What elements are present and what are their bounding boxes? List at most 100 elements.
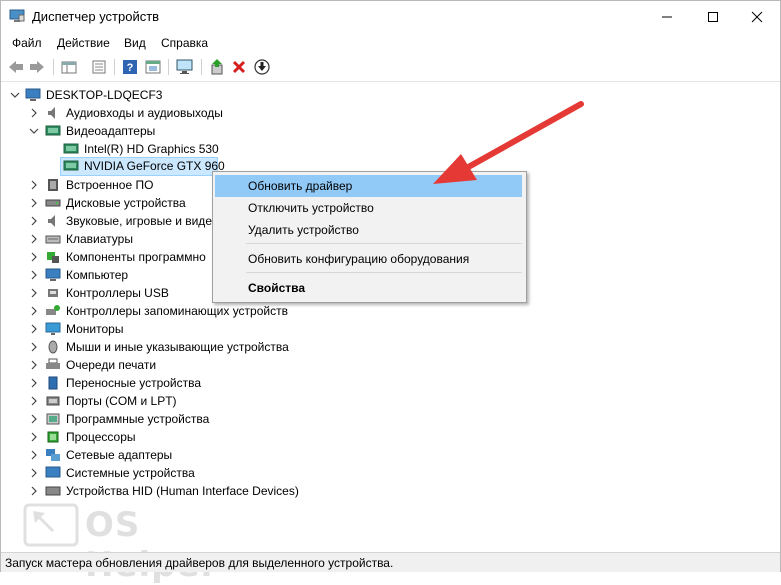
- display-adapter-icon: [45, 125, 61, 136]
- maximize-icon: [708, 11, 718, 22]
- chevron-right-icon[interactable]: [29, 198, 39, 208]
- chevron-right-icon[interactable]: [29, 216, 39, 226]
- chevron-right-icon[interactable]: [29, 324, 39, 334]
- forward-button[interactable]: [27, 57, 47, 77]
- update-driver-toolbar-button[interactable]: [207, 57, 227, 77]
- storage-controller-icon: [46, 305, 60, 315]
- firmware-icon: [48, 179, 58, 191]
- chevron-right-icon[interactable]: [29, 342, 39, 352]
- network-adapter-icon: [46, 449, 60, 461]
- toolbar-separator: [201, 59, 202, 75]
- tree-item-label: Процессоры: [66, 430, 136, 444]
- tree-item-label: Контроллеры запоминающих устройств: [66, 304, 288, 318]
- watermark-logo-icon: [23, 503, 79, 547]
- monitor-scan-icon: [176, 59, 193, 74]
- scan-hardware-menu-item[interactable]: Обновить конфигурацию оборудования: [215, 248, 522, 270]
- tree-item-label: Аудиовходы и аудиовыходы: [66, 106, 223, 120]
- chevron-right-icon[interactable]: [29, 414, 39, 424]
- chevron-right-icon[interactable]: [29, 270, 39, 280]
- chevron-right-icon[interactable]: [29, 108, 39, 118]
- tree-item-label: Видеоадаптеры: [66, 124, 156, 138]
- monitor-icon: [45, 322, 61, 335]
- tree-item-label: Программные устройства: [66, 412, 210, 426]
- download-icon: [254, 59, 270, 75]
- device-tree: DESKTOP-LDQECF3 Аудиовходы и аудиовыходы…: [1, 83, 780, 553]
- menu-separator: [246, 272, 522, 273]
- tree-item-label: Устройства HID (Human Interface Devices): [66, 484, 299, 498]
- status-bar: Запуск мастера обновления драйверов для …: [1, 552, 780, 572]
- toolbar-separator: [53, 59, 54, 75]
- tree-item-label: Компьютер: [66, 268, 129, 282]
- device-manager-window: Диспетчер устройств Файл Действие Вид Сп…: [0, 0, 781, 585]
- scan-hardware-button[interactable]: [175, 57, 195, 77]
- tree-item-label: NVIDIA GeForce GTX 960: [84, 159, 225, 173]
- chevron-right-icon[interactable]: [29, 306, 39, 316]
- hid-icon: [45, 486, 61, 496]
- tree-item-label: Контроллеры USB: [66, 286, 169, 300]
- close-button[interactable]: [734, 1, 780, 32]
- software-device-icon: [46, 413, 60, 425]
- minimize-icon: [662, 16, 672, 17]
- minimize-button[interactable]: [644, 1, 690, 32]
- software-component-icon: [47, 252, 59, 263]
- tree-item-label: Мыши и иные указывающие устройства: [66, 340, 289, 354]
- help-icon: ?: [123, 60, 137, 74]
- menu-bar: Файл Действие Вид Справка: [1, 33, 780, 53]
- computer-icon: [45, 268, 61, 281]
- uninstall-toolbar-button[interactable]: [229, 57, 249, 77]
- menu-separator: [246, 243, 522, 244]
- tree-item-label: Клавиатуры: [66, 232, 133, 246]
- window-title: Диспетчер устройств: [32, 9, 160, 24]
- uninstall-device-menu-item[interactable]: Удалить устройство: [215, 219, 522, 241]
- disable-device-menu-item[interactable]: Отключить устройство: [215, 197, 522, 219]
- chevron-right-icon[interactable]: [29, 180, 39, 190]
- menu-action[interactable]: Действие: [57, 36, 110, 50]
- show-hide-console-tree-button[interactable]: [59, 57, 79, 77]
- tree-item-label: Очереди печати: [66, 358, 157, 372]
- maximize-button[interactable]: [690, 1, 736, 32]
- chevron-right-icon[interactable]: [29, 378, 39, 388]
- update-driver-label: Обновить драйвер: [248, 179, 353, 193]
- tree-item-label: Звуковые, игровые и виде: [66, 214, 212, 228]
- console-icon: [145, 60, 161, 74]
- list-view-button[interactable]: [89, 57, 109, 77]
- chevron-right-icon[interactable]: [29, 432, 39, 442]
- tree-item-label: Мониторы: [66, 322, 124, 336]
- tree-item-label: Системные устройства: [66, 466, 195, 480]
- properties-label: Свойства: [248, 281, 306, 295]
- display-adapter-icon: [63, 143, 79, 154]
- tree-item-label: Компоненты программно: [66, 250, 206, 264]
- chevron-right-icon[interactable]: [29, 450, 39, 460]
- tree-item-label: Intel(R) HD Graphics 530: [84, 142, 219, 156]
- uninstall-device-label: Удалить устройство: [248, 223, 359, 237]
- chevron-down-icon[interactable]: [29, 126, 39, 136]
- status-text: Запуск мастера обновления драйверов для …: [5, 556, 394, 570]
- menu-file[interactable]: Файл: [12, 36, 42, 50]
- system-device-icon: [45, 466, 61, 478]
- chevron-right-icon[interactable]: [29, 288, 39, 298]
- help-button[interactable]: ?: [120, 57, 140, 77]
- chevron-right-icon[interactable]: [29, 468, 39, 478]
- title-bar: Диспетчер устройств: [1, 1, 780, 32]
- update-driver-icon: [211, 59, 223, 75]
- chevron-right-icon[interactable]: [29, 234, 39, 244]
- properties-pane-icon: [61, 61, 77, 74]
- console-button[interactable]: [143, 57, 163, 77]
- chevron-down-icon[interactable]: [10, 90, 20, 100]
- chevron-right-icon[interactable]: [29, 252, 39, 262]
- portable-device-icon: [48, 376, 58, 390]
- back-button[interactable]: [6, 57, 26, 77]
- speaker-icon: [48, 107, 55, 119]
- properties-menu-item[interactable]: Свойства: [215, 277, 522, 299]
- chevron-right-icon[interactable]: [29, 486, 39, 496]
- device-manager-app-icon: [9, 9, 25, 22]
- watermark-text: OS Helper: [85, 505, 217, 585]
- printer-icon: [46, 358, 60, 369]
- menu-view[interactable]: Вид: [124, 36, 146, 50]
- menu-help[interactable]: Справка: [161, 36, 208, 50]
- usb-icon: [48, 289, 58, 297]
- chevron-right-icon[interactable]: [29, 360, 39, 370]
- disable-toolbar-button[interactable]: [252, 57, 272, 77]
- chevron-right-icon[interactable]: [29, 396, 39, 406]
- annotation-arrow-icon: [433, 101, 584, 184]
